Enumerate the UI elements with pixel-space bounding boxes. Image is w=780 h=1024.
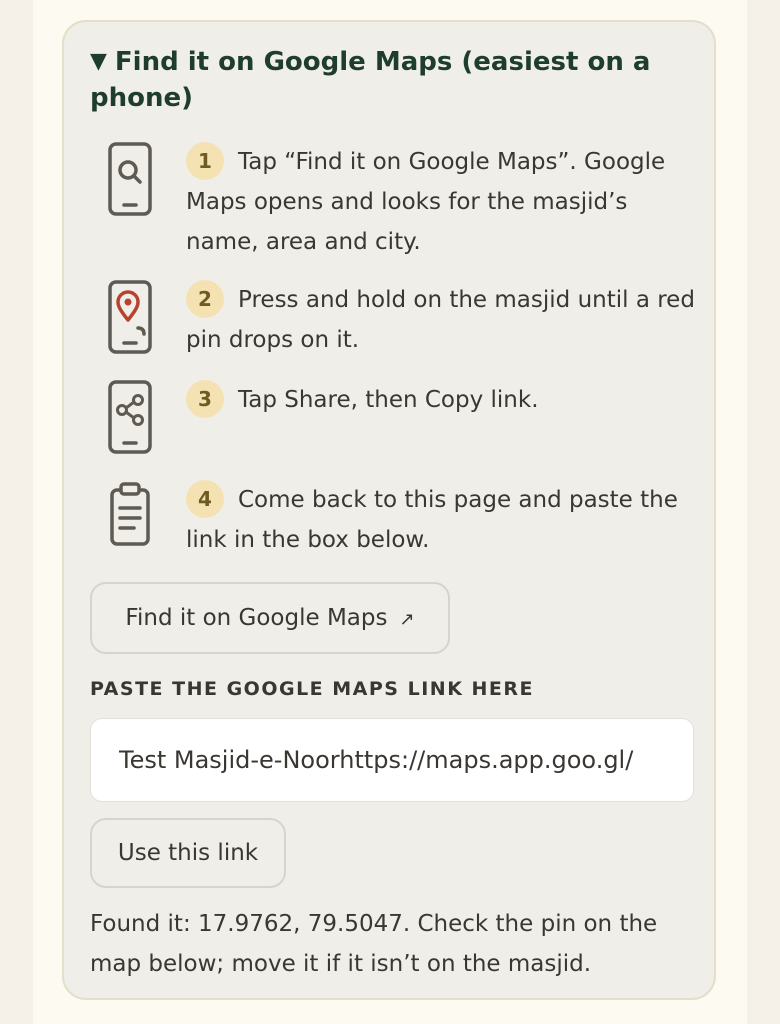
google-maps-help-panel: ▼ Find it on Google Maps (easiest on a ph… — [62, 20, 716, 1000]
step-text: 1 Tap “Find it on Google Maps”. Google Ma… — [186, 142, 696, 262]
step-description: Come back to this page and paste the lin… — [186, 487, 678, 553]
phone-share-icon — [108, 380, 152, 454]
step-text: 2 Press and hold on the masjid until a re… — [186, 280, 696, 360]
google-maps-link-input[interactable] — [90, 718, 694, 802]
step-number-badge: 3 — [186, 380, 224, 418]
step-description: Press and hold on the masjid until a red… — [186, 287, 695, 353]
section-title: Find it on Google Maps (easiest on a pho… — [90, 47, 651, 113]
step-number-badge: 4 — [186, 480, 224, 518]
find-on-google-maps-button[interactable]: Find it on Google Maps ↗ — [90, 582, 450, 654]
phone-pin-icon — [108, 280, 152, 354]
step-text: 4 Come back to this page and paste the li… — [186, 480, 696, 560]
clipboard-icon — [110, 482, 150, 546]
step-description: Tap Share, then Copy link. — [238, 387, 539, 413]
disclosure-triangle-icon: ▼ — [90, 49, 107, 74]
step-number-badge: 2 — [186, 280, 224, 318]
external-link-icon: ↗ — [399, 609, 415, 630]
location-result-message: Found it: 17.9762, 79.5047. Check the pi… — [90, 911, 658, 977]
section-toggle[interactable]: ▼ Find it on Google Maps (easiest on a ph… — [90, 44, 670, 116]
link-field-label: PASTE THE GOOGLE MAPS LINK HERE — [90, 678, 535, 700]
find-on-google-maps-label: Find it on Google Maps — [125, 605, 388, 631]
phone-search-icon — [108, 142, 152, 216]
step-text: 3 Tap Share, then Copy link. — [186, 380, 696, 420]
use-this-link-button[interactable]: Use this link — [90, 818, 286, 888]
step-number-badge: 1 — [186, 142, 224, 180]
step-description: Tap “Find it on Google Maps”. Google Map… — [186, 149, 666, 255]
